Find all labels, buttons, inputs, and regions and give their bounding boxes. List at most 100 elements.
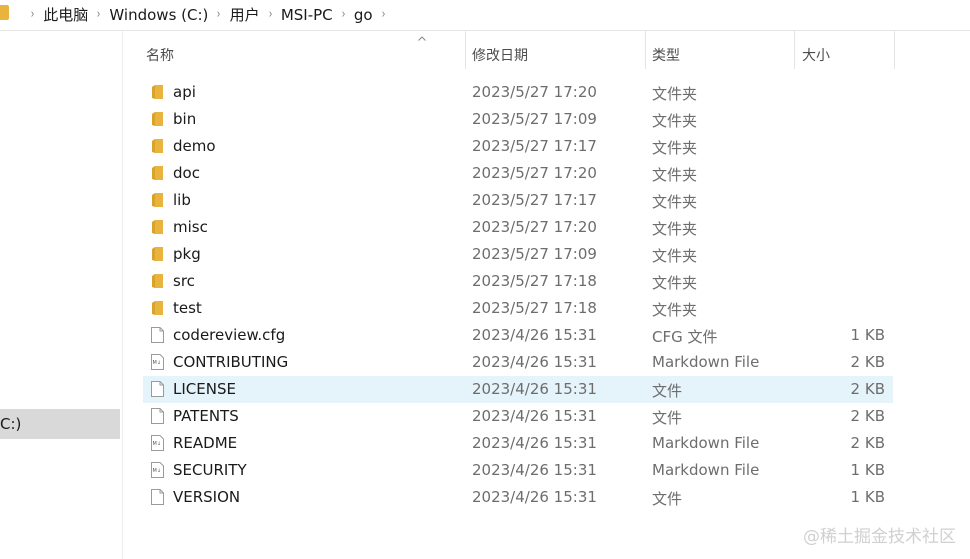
file-size: 1 KB <box>850 326 885 344</box>
file-name: pkg <box>173 245 201 263</box>
file-name: lib <box>173 191 191 209</box>
nav-item-label: C:) <box>0 415 22 433</box>
file-name: SECURITY <box>173 461 247 479</box>
file-type: Markdown File <box>652 434 760 452</box>
breadcrumb-item[interactable]: Windows (C:) <box>109 6 208 24</box>
chevron-right-icon[interactable]: › <box>97 7 101 22</box>
column-header-type[interactable]: 类型 <box>652 45 680 65</box>
breadcrumb-item[interactable]: MSI-PC <box>281 6 333 24</box>
file-type: 文件夹 <box>652 220 698 238</box>
folder-icon <box>151 219 164 235</box>
file-list: api 2023/5/27 17:20 文件夹 bin 2023/5/27 17:09 文… <box>143 79 893 511</box>
file-type: 文件夹 <box>652 85 698 103</box>
folder-icon <box>151 300 164 316</box>
chevron-right-icon[interactable]: › <box>381 7 385 22</box>
file-row[interactable]: doc 2023/5/27 17:20 文件夹 <box>143 160 893 187</box>
file-size: 2 KB <box>850 434 885 452</box>
file-row[interactable]: PATENTS 2023/4/26 15:31 文件 2 KB <box>143 403 893 430</box>
file-date: 2023/5/27 17:18 <box>472 299 597 317</box>
folder-icon <box>151 192 164 208</box>
svg-text:M↓: M↓ <box>153 360 162 366</box>
file-name: api <box>173 83 196 101</box>
chevron-right-icon[interactable]: › <box>31 7 35 22</box>
watermark: @稀土掘金技术社区 <box>803 527 956 547</box>
folder-icon <box>151 84 164 100</box>
file-size: 2 KB <box>850 380 885 398</box>
markdown-file-icon: M↓ <box>151 354 164 370</box>
svg-text:M↓: M↓ <box>153 468 162 474</box>
column-header-name[interactable]: 名称 <box>146 45 174 65</box>
file-date: 2023/5/27 17:18 <box>472 272 597 290</box>
column-header-size[interactable]: 大小 <box>802 45 830 65</box>
file-icon <box>151 381 164 397</box>
file-type: 文件 <box>652 490 683 508</box>
breadcrumb-items: › 此电脑 › Windows (C:) › 用户 › MSI-PC › go › <box>22 4 394 25</box>
folder-icon <box>151 273 164 289</box>
file-type: 文件夹 <box>652 139 698 157</box>
file-row[interactable]: LICENSE 2023/4/26 15:31 文件 2 KB <box>143 376 893 403</box>
folder-icon <box>151 246 164 262</box>
column-header-date[interactable]: 修改日期 <box>472 45 528 65</box>
file-date: 2023/5/27 17:20 <box>472 164 597 182</box>
breadcrumb-item[interactable]: 用户 <box>230 4 260 25</box>
file-row[interactable]: src 2023/5/27 17:18 文件夹 <box>143 268 893 295</box>
file-row[interactable]: M↓ README 2023/4/26 15:31 Markdown File 2 KB <box>143 430 893 457</box>
folder-icon <box>151 165 164 181</box>
file-name: PATENTS <box>173 407 239 425</box>
file-name: demo <box>173 137 216 155</box>
file-date: 2023/4/26 15:31 <box>472 353 597 371</box>
file-size: 1 KB <box>850 461 885 479</box>
sort-ascending-icon <box>418 36 426 41</box>
file-type: Markdown File <box>652 353 760 371</box>
file-date: 2023/4/26 15:31 <box>472 434 597 452</box>
column-header: 名称 修改日期 类型 大小 <box>123 31 970 75</box>
file-row[interactable]: M↓ CONTRIBUTING 2023/4/26 15:31 Markdown Fi… <box>143 349 893 376</box>
file-row[interactable]: demo 2023/5/27 17:17 文件夹 <box>143 133 893 160</box>
file-row[interactable]: M↓ SECURITY 2023/4/26 15:31 Markdown File 1 … <box>143 457 893 484</box>
file-row[interactable]: pkg 2023/5/27 17:09 文件夹 <box>143 241 893 268</box>
file-type: 文件夹 <box>652 247 698 265</box>
file-type: 文件 <box>652 409 683 427</box>
file-row[interactable]: misc 2023/5/27 17:20 文件夹 <box>143 214 893 241</box>
file-row[interactable]: lib 2023/5/27 17:17 文件夹 <box>143 187 893 214</box>
breadcrumb-item[interactable]: go <box>354 6 373 24</box>
file-row[interactable]: bin 2023/5/27 17:09 文件夹 <box>143 106 893 133</box>
file-row[interactable]: codereview.cfg 2023/4/26 15:31 CFG 文件 1 KB <box>143 322 893 349</box>
file-icon <box>151 408 164 424</box>
file-date: 2023/4/26 15:31 <box>472 461 597 479</box>
file-name: test <box>173 299 202 317</box>
column-divider[interactable] <box>645 31 646 69</box>
file-date: 2023/5/27 17:17 <box>472 137 597 155</box>
file-type: 文件夹 <box>652 301 698 319</box>
file-size: 2 KB <box>850 353 885 371</box>
chevron-right-icon[interactable]: › <box>341 7 345 22</box>
file-name: misc <box>173 218 208 236</box>
folder-icon <box>151 111 164 127</box>
file-name: CONTRIBUTING <box>173 353 289 371</box>
file-date: 2023/5/27 17:20 <box>472 218 597 236</box>
file-icon <box>151 489 164 505</box>
file-row[interactable]: VERSION 2023/4/26 15:31 文件 1 KB <box>143 484 893 511</box>
file-name: bin <box>173 110 197 128</box>
file-date: 2023/5/27 17:17 <box>472 191 597 209</box>
file-size: 2 KB <box>850 407 885 425</box>
file-row[interactable]: api 2023/5/27 17:20 文件夹 <box>143 79 893 106</box>
chevron-right-icon[interactable]: › <box>217 7 221 22</box>
markdown-file-icon: M↓ <box>151 435 164 451</box>
column-divider[interactable] <box>894 31 895 69</box>
file-date: 2023/4/26 15:31 <box>472 326 597 344</box>
file-date: 2023/4/26 15:31 <box>472 488 597 506</box>
breadcrumb: › 此电脑 › Windows (C:) › 用户 › MSI-PC › go › <box>0 0 970 31</box>
column-divider[interactable] <box>794 31 795 69</box>
file-date: 2023/5/27 17:09 <box>472 245 597 263</box>
chevron-right-icon[interactable]: › <box>268 7 272 22</box>
file-type: 文件夹 <box>652 274 698 292</box>
file-row[interactable]: test 2023/5/27 17:18 文件夹 <box>143 295 893 322</box>
column-divider[interactable] <box>465 31 466 69</box>
file-date: 2023/5/27 17:20 <box>472 83 597 101</box>
nav-item-c-drive[interactable]: C:) <box>0 409 120 439</box>
folder-icon <box>151 138 164 154</box>
breadcrumb-item[interactable]: 此电脑 <box>43 4 88 25</box>
file-name: codereview.cfg <box>173 326 286 344</box>
svg-text:M↓: M↓ <box>153 441 162 447</box>
